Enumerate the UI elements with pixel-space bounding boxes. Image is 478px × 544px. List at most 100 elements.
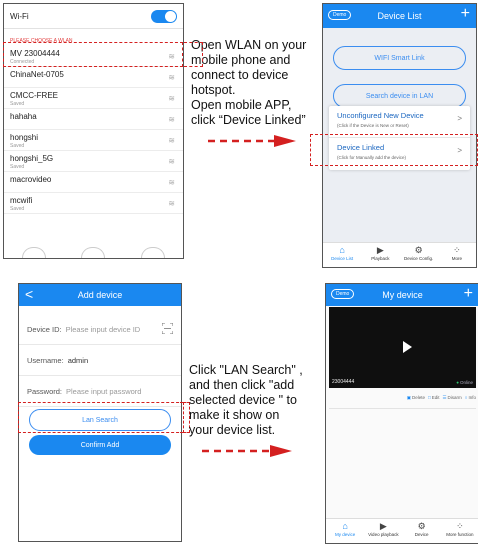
disarm-button[interactable]: ☰Disarm [442,395,461,401]
popup-item-device-linked[interactable]: Device Linked (Click for Manually add th… [329,138,470,170]
tab-device[interactable]: ⚙ Device [403,519,441,543]
choose-wlan-label: PLEASE CHOOSE A WLAN [10,38,73,44]
network-name: ChinaNet-0705 [10,70,64,79]
bottom-bar [4,246,183,258]
arrow-right-icon [202,445,292,457]
popup-item-unconfigured[interactable]: Unconfigured New Device (Click if the De… [329,106,470,138]
info-button[interactable]: ○Info [465,395,476,401]
network-item[interactable]: macrovideo ≋ [4,172,183,193]
delete-button[interactable]: ▣Delete [407,395,425,401]
wifi-signal-icon: ≋ [168,199,175,208]
username-row: Username: admin [19,345,181,376]
network-list: MV 23004444 Connected ≋ ChinaNet-0705 ≋ CMCC-… [4,46,183,214]
add-device-popup: Unconfigured New Device (Click if the De… [329,106,470,170]
wifi-title: Wi-Fi [10,11,29,21]
username-input[interactable]: admin [68,356,88,365]
tab-more-function[interactable]: ⁘ More function [441,519,478,543]
confirm-add-button[interactable]: Confirm Add [29,435,171,455]
search-lan-button[interactable]: Search device in LAN [333,84,466,108]
add-icon[interactable]: + [461,6,470,22]
bottom-button[interactable] [141,247,166,258]
instruction-line: hotspot. [191,83,236,97]
play-icon: ▶ [379,521,387,531]
play-icon[interactable] [403,341,412,353]
add-icon[interactable]: + [464,286,473,302]
network-status: Saved [10,143,25,149]
wifi-signal-icon: ≋ [168,178,175,187]
tab-device-config[interactable]: ⚙ Device Config. [400,243,438,267]
wifi-signal-icon: ≋ [168,115,175,124]
wifi-signal-icon: ≋ [168,73,175,82]
network-item[interactable]: CMCC-FREE Saved ≋ [4,88,183,109]
gear-icon: ⚙ [414,245,423,255]
network-name: MV 23004444 [10,49,60,58]
tab-bar: ⌂ Device List ▶ Playback ⚙ Device Config. ⁘… [323,242,476,267]
wifi-toggle[interactable] [151,9,177,23]
app-header: Demo My device + [326,284,478,306]
network-item[interactable]: hongshi_5G Saved ≋ [4,151,183,172]
demo-button[interactable]: Demo [328,10,352,20]
instruction-line: mobile phone and [191,53,291,67]
network-status: Saved [10,164,25,170]
device-list-screen: Demo Device List + WIFI Smart Link Searc… [322,3,477,268]
wifi-signal-icon: ≋ [168,136,175,145]
network-item[interactable]: hongshi Saved ≋ [4,130,183,151]
popup-item-subtitle: (Click for Manually add the device) [337,155,407,160]
lan-search-button[interactable]: Lan Search [29,409,171,431]
tab-playback[interactable]: ▶ Playback [361,243,399,267]
instruction-line: selected device " to [189,393,297,407]
instruction-line: connect to device [191,68,289,82]
wifi-header: Wi-Fi [4,4,183,29]
bottom-button[interactable] [21,247,46,258]
chevron-right-icon: > [457,146,462,155]
password-label: Password: [27,386,63,396]
tab-my-device[interactable]: ⌂ My device [326,519,364,543]
network-item[interactable]: mcwifi Saved ≋ [4,193,183,214]
video-preview[interactable]: 23004444 Online [329,307,476,388]
grid-icon: ⁘ [456,521,464,531]
add-device-screen: < Add device Device ID: Please input dev… [18,283,182,542]
bottom-button[interactable] [81,247,106,258]
instruction-line: your device list. [189,423,276,437]
tab-video-playback[interactable]: ▶ Video playback [364,519,402,543]
edit-icon: □ [427,395,431,400]
wifi-signal-icon: ≋ [168,94,175,103]
edit-button[interactable]: □Edit [428,395,439,401]
page-title: Device List [377,11,422,21]
network-item[interactable]: MV 23004444 Connected ≋ [4,46,183,67]
divider [329,408,476,409]
instruction-step1: Open WLAN on your mobile phone and connect… [191,38,306,128]
tab-device-list[interactable]: ⌂ Device List [323,243,361,267]
network-name: CMCC-FREE [10,91,58,100]
app-header: < Add device [19,284,181,306]
app-header: Demo Device List + [323,4,476,28]
home-icon: ⌂ [339,245,345,255]
password-input[interactable]: Please input password [66,387,141,396]
instruction-line: Open WLAN on your [191,38,307,52]
tab-more[interactable]: ⁘ More [438,243,476,267]
instruction-line: and then click "add [189,378,295,392]
page-title: Add device [77,290,123,300]
wifi-signal-icon: ≋ [168,52,175,61]
network-status: Saved [10,101,25,107]
popup-item-title: Device Linked [337,143,385,152]
gear-icon: ⚙ [417,521,426,531]
network-item[interactable]: hahaha ≋ [4,109,183,130]
password-row: Password: Please input password [19,376,181,407]
instruction-line: make it show on [189,408,280,422]
instruction-line: click “Device Linked” [191,113,306,127]
network-status: Saved [10,206,25,212]
demo-button[interactable]: Demo [331,289,355,299]
scan-qr-icon[interactable] [162,323,173,334]
device-id-row: Device ID: Please input device ID [19,314,181,345]
wifi-smart-link-button[interactable]: WIFI Smart Link [333,46,466,70]
device-id-input[interactable]: Please input device ID [66,325,141,334]
back-icon[interactable]: < [25,286,33,302]
home-icon: ⌂ [342,521,348,531]
popup-item-title: Unconfigured New Device [337,111,424,120]
network-item[interactable]: ChinaNet-0705 ≋ [4,67,183,88]
network-name: mcwifi [10,196,33,205]
grid-icon: ⁘ [453,245,461,255]
wifi-settings-screen: Wi-Fi PLEASE CHOOSE A WLAN MV 23004444 Co… [3,3,184,259]
network-status: Connected [10,59,35,65]
